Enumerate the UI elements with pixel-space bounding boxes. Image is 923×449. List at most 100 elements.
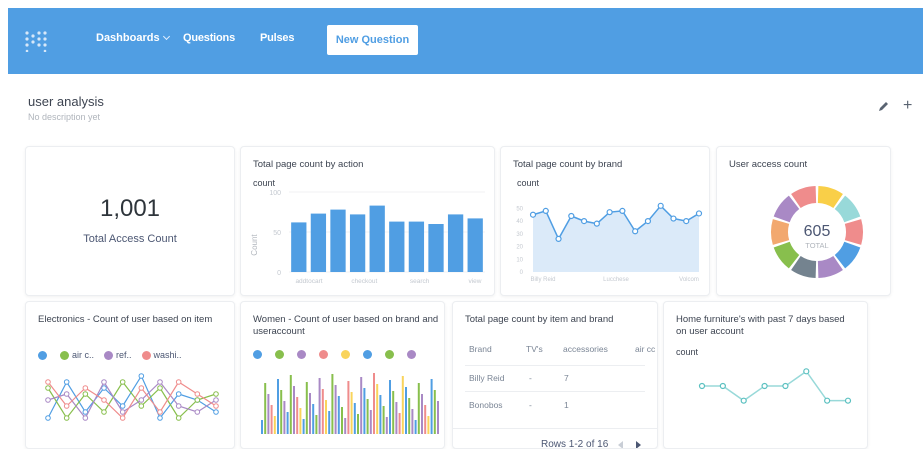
table-header-accessories[interactable]: accessories	[563, 344, 608, 354]
data-point	[138, 373, 145, 379]
bar	[369, 205, 385, 272]
bar	[328, 411, 331, 434]
bar	[305, 382, 308, 434]
data-point	[670, 215, 677, 222]
bar	[273, 416, 276, 434]
bar	[302, 419, 305, 434]
data-point	[761, 382, 768, 390]
data-point	[82, 385, 89, 391]
bar	[325, 400, 327, 434]
card-total-access-count[interactable]: 1,001 Total Access Count	[25, 146, 235, 296]
bar	[353, 403, 356, 434]
pencil-icon[interactable]	[876, 100, 890, 114]
bar	[289, 375, 292, 434]
data-point	[119, 403, 126, 409]
card-electronics[interactable]: Electronics - Count of user based on ite…	[25, 301, 235, 449]
x-tick-label: checkout	[351, 278, 377, 285]
data-point	[194, 391, 201, 397]
bar	[357, 414, 359, 434]
bar	[341, 407, 343, 434]
data-point	[175, 391, 182, 397]
bar	[347, 381, 350, 434]
data-point	[157, 409, 163, 415]
bar	[398, 413, 401, 434]
table-header-brand[interactable]: Brand	[469, 344, 492, 354]
bar	[414, 420, 417, 434]
nav-dashboards-dropdown[interactable]: Dashboards	[96, 32, 170, 44]
data-point	[695, 210, 703, 217]
data-point	[138, 385, 145, 391]
bar	[408, 398, 411, 434]
table-divider	[465, 365, 645, 366]
card-item-brand-table[interactable]: Total page count by item and brand Brand…	[452, 301, 658, 449]
card-user-access-count[interactable]: User access count 605 TOTAL	[716, 146, 891, 296]
table-footer-divider	[453, 428, 657, 429]
data-point	[542, 207, 549, 215]
data-point	[101, 409, 107, 415]
nav-questions-link[interactable]: Questions	[183, 32, 235, 44]
data-point	[119, 379, 126, 385]
y-tick-label: 0	[277, 270, 281, 277]
metabase-logo-icon[interactable]	[24, 30, 50, 52]
table-header-tvs[interactable]: TV's	[526, 344, 543, 354]
card-women[interactable]: Women - Count of user based on brand and…	[240, 301, 445, 449]
bar	[376, 384, 379, 434]
bar	[310, 213, 327, 272]
data-point	[138, 403, 145, 409]
bar	[428, 224, 444, 272]
donut-slice	[770, 219, 790, 245]
x-tick-label: view	[468, 278, 481, 285]
data-point	[698, 382, 706, 390]
bar	[283, 401, 286, 434]
data-point	[529, 211, 537, 218]
y-tick-label: 10	[516, 257, 523, 263]
bar	[389, 380, 391, 434]
bar	[363, 388, 366, 434]
bar	[296, 397, 299, 434]
data-point	[619, 207, 626, 215]
card-home-furniture[interactable]: Home furniture's with past 7 days based …	[663, 301, 868, 449]
data-point	[657, 202, 664, 209]
data-point	[82, 415, 89, 421]
bar	[344, 418, 347, 434]
data-point	[555, 235, 562, 243]
data-point	[213, 409, 219, 415]
card-title: Total page count by item and brand	[465, 314, 614, 325]
bar	[261, 420, 263, 434]
chevron-left-icon[interactable]	[618, 441, 623, 448]
bar	[437, 401, 439, 434]
dashboard-description: No description yet	[28, 112, 101, 122]
nav-pulses-link[interactable]: Pulses	[260, 32, 294, 44]
grouped-bar-chart	[261, 373, 439, 434]
bar	[270, 405, 273, 434]
data-point	[101, 379, 107, 385]
bar	[373, 373, 375, 434]
bar	[430, 379, 433, 434]
bar	[280, 390, 283, 434]
donut-chart: 605 TOTAL	[770, 186, 864, 278]
table-header-air[interactable]: air cc	[635, 344, 655, 354]
data-point	[157, 379, 163, 385]
bar	[330, 209, 346, 272]
bar	[401, 376, 404, 434]
bar	[264, 383, 267, 434]
data-point	[632, 228, 639, 235]
bar	[293, 386, 295, 434]
table-cell: -	[529, 373, 532, 383]
data-point	[63, 403, 70, 409]
data-point	[644, 217, 652, 225]
data-point	[803, 368, 810, 375]
chevron-right-icon[interactable]	[636, 441, 641, 448]
x-tick-label: Volcom	[679, 277, 699, 283]
y-axis-label: Count	[250, 234, 259, 256]
data-point	[175, 415, 182, 421]
x-tick-label: Lucchese	[603, 277, 629, 283]
plus-icon[interactable]: +	[903, 98, 912, 114]
data-point	[175, 379, 182, 385]
new-question-button[interactable]: New Question	[327, 25, 418, 55]
card-page-count-by-action[interactable]: Total page count by action count Count 1…	[240, 146, 495, 296]
card-page-count-by-brand[interactable]: Total page count by brand count 50 40 30 20…	[500, 146, 710, 296]
table-cell: Billy Reid	[469, 373, 505, 383]
data-point	[568, 212, 575, 220]
data-point	[63, 391, 70, 397]
